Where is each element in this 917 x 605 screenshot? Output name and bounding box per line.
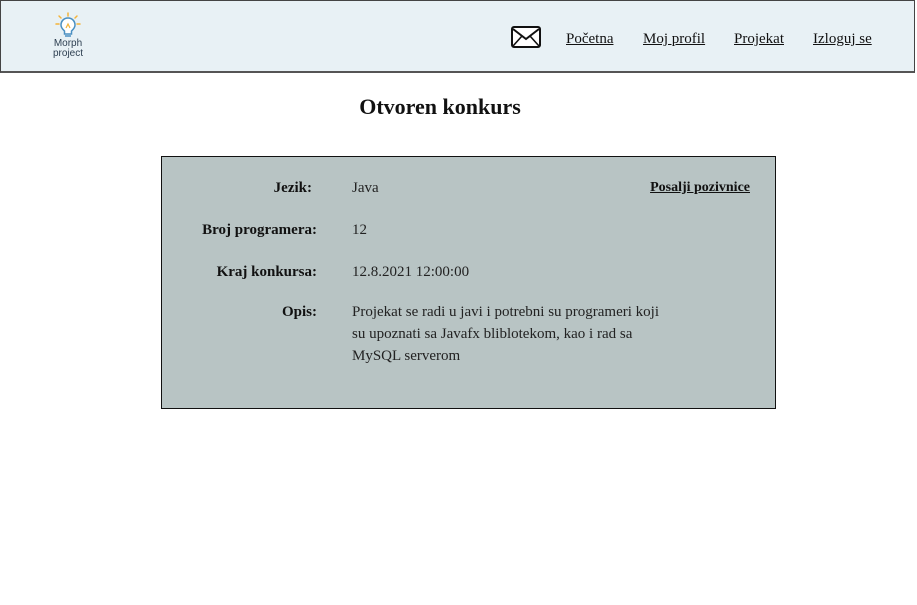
lightbulb-icon	[55, 12, 81, 37]
envelope-icon[interactable]	[511, 26, 541, 48]
description-label: Opis:	[281, 304, 317, 320]
language-value: Java	[352, 180, 379, 196]
top-navigation-bar: Morph project Početna Moj profil Projeka…	[0, 0, 915, 73]
contest-end-value: 12.8.2021 12:00:00	[352, 264, 470, 280]
language-label: Jezik:	[273, 180, 312, 196]
nav-link-pocetna[interactable]: Početna	[566, 30, 613, 48]
send-invitations-link[interactable]: Posalji pozivnice	[650, 179, 750, 197]
page-title: Otvoren konkurs	[359, 94, 521, 119]
contest-end-label: Kraj konkursa:	[216, 264, 317, 280]
morph-project-logo[interactable]: Morph project	[39, 11, 97, 65]
nav-link-projekat[interactable]: Projekat	[734, 30, 784, 48]
programmers-count-label: Broj programera:	[202, 222, 317, 238]
description-value: Projekat se radi u javi i potrebni su pr…	[352, 304, 660, 364]
contest-details-card: Jezik: Java Posalji pozivnice Broj progr…	[161, 156, 776, 409]
logo-text: Morph project	[52, 38, 83, 59]
programmers-count-value: 12	[352, 222, 367, 238]
nav-link-izloguj-se[interactable]: Izloguj se	[813, 30, 872, 48]
nav-link-moj-profil[interactable]: Moj profil	[643, 30, 705, 48]
